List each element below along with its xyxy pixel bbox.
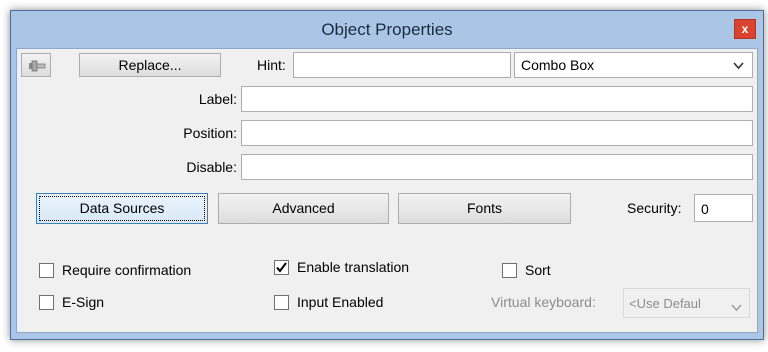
object-type-select[interactable]: Combo Box bbox=[514, 52, 753, 78]
hint-label: Hint: bbox=[257, 57, 286, 73]
disable-input[interactable] bbox=[241, 154, 753, 180]
security-label: Security: bbox=[627, 200, 682, 216]
data-sources-button[interactable]: Data Sources bbox=[36, 193, 208, 224]
e-sign-checkbox[interactable] bbox=[39, 295, 54, 310]
check-icon bbox=[275, 261, 288, 276]
enable-translation-checkbox[interactable] bbox=[274, 260, 289, 275]
label-input[interactable] bbox=[241, 86, 753, 112]
object-type-value: Combo Box bbox=[521, 57, 595, 73]
virtual-keyboard-label: Virtual keyboard: bbox=[491, 294, 596, 310]
virtual-keyboard-select: <Use Defaul bbox=[623, 288, 750, 318]
virtual-keyboard-value: <Use Defaul bbox=[629, 296, 701, 311]
security-value: 0 bbox=[701, 201, 709, 217]
chevron-down-icon bbox=[733, 59, 744, 73]
pin-button[interactable] bbox=[21, 53, 51, 77]
chevron-down-icon bbox=[731, 299, 742, 315]
window-title: Object Properties bbox=[321, 20, 453, 39]
enable-translation-label: Enable translation bbox=[297, 259, 410, 275]
title-bar[interactable]: Object Properties x bbox=[11, 11, 763, 47]
replace-button[interactable]: Replace... bbox=[79, 53, 221, 77]
sort-checkbox[interactable] bbox=[502, 263, 517, 278]
dialog-body: Replace... Hint: Combo Box Label: Positi… bbox=[16, 48, 758, 333]
hint-input[interactable] bbox=[293, 52, 511, 78]
security-input[interactable]: 0 bbox=[694, 194, 753, 222]
fonts-button[interactable]: Fonts bbox=[398, 193, 571, 224]
close-button[interactable]: x bbox=[734, 19, 756, 39]
require-confirmation-label: Require confirmation bbox=[62, 262, 192, 278]
position-field-label: Position: bbox=[183, 125, 237, 141]
disable-field-label: Disable: bbox=[186, 159, 237, 175]
require-confirmation-checkbox[interactable] bbox=[39, 263, 54, 278]
position-input[interactable] bbox=[241, 120, 753, 146]
sort-label: Sort bbox=[525, 262, 551, 278]
label-field-label: Label: bbox=[198, 91, 237, 107]
advanced-button[interactable]: Advanced bbox=[218, 193, 389, 224]
input-enabled-checkbox[interactable] bbox=[274, 295, 289, 310]
e-sign-label: E-Sign bbox=[62, 294, 105, 310]
input-enabled-label: Input Enabled bbox=[297, 294, 384, 310]
pin-icon bbox=[28, 59, 46, 75]
object-properties-dialog: Object Properties x Replace... Hint: Com… bbox=[10, 10, 764, 340]
